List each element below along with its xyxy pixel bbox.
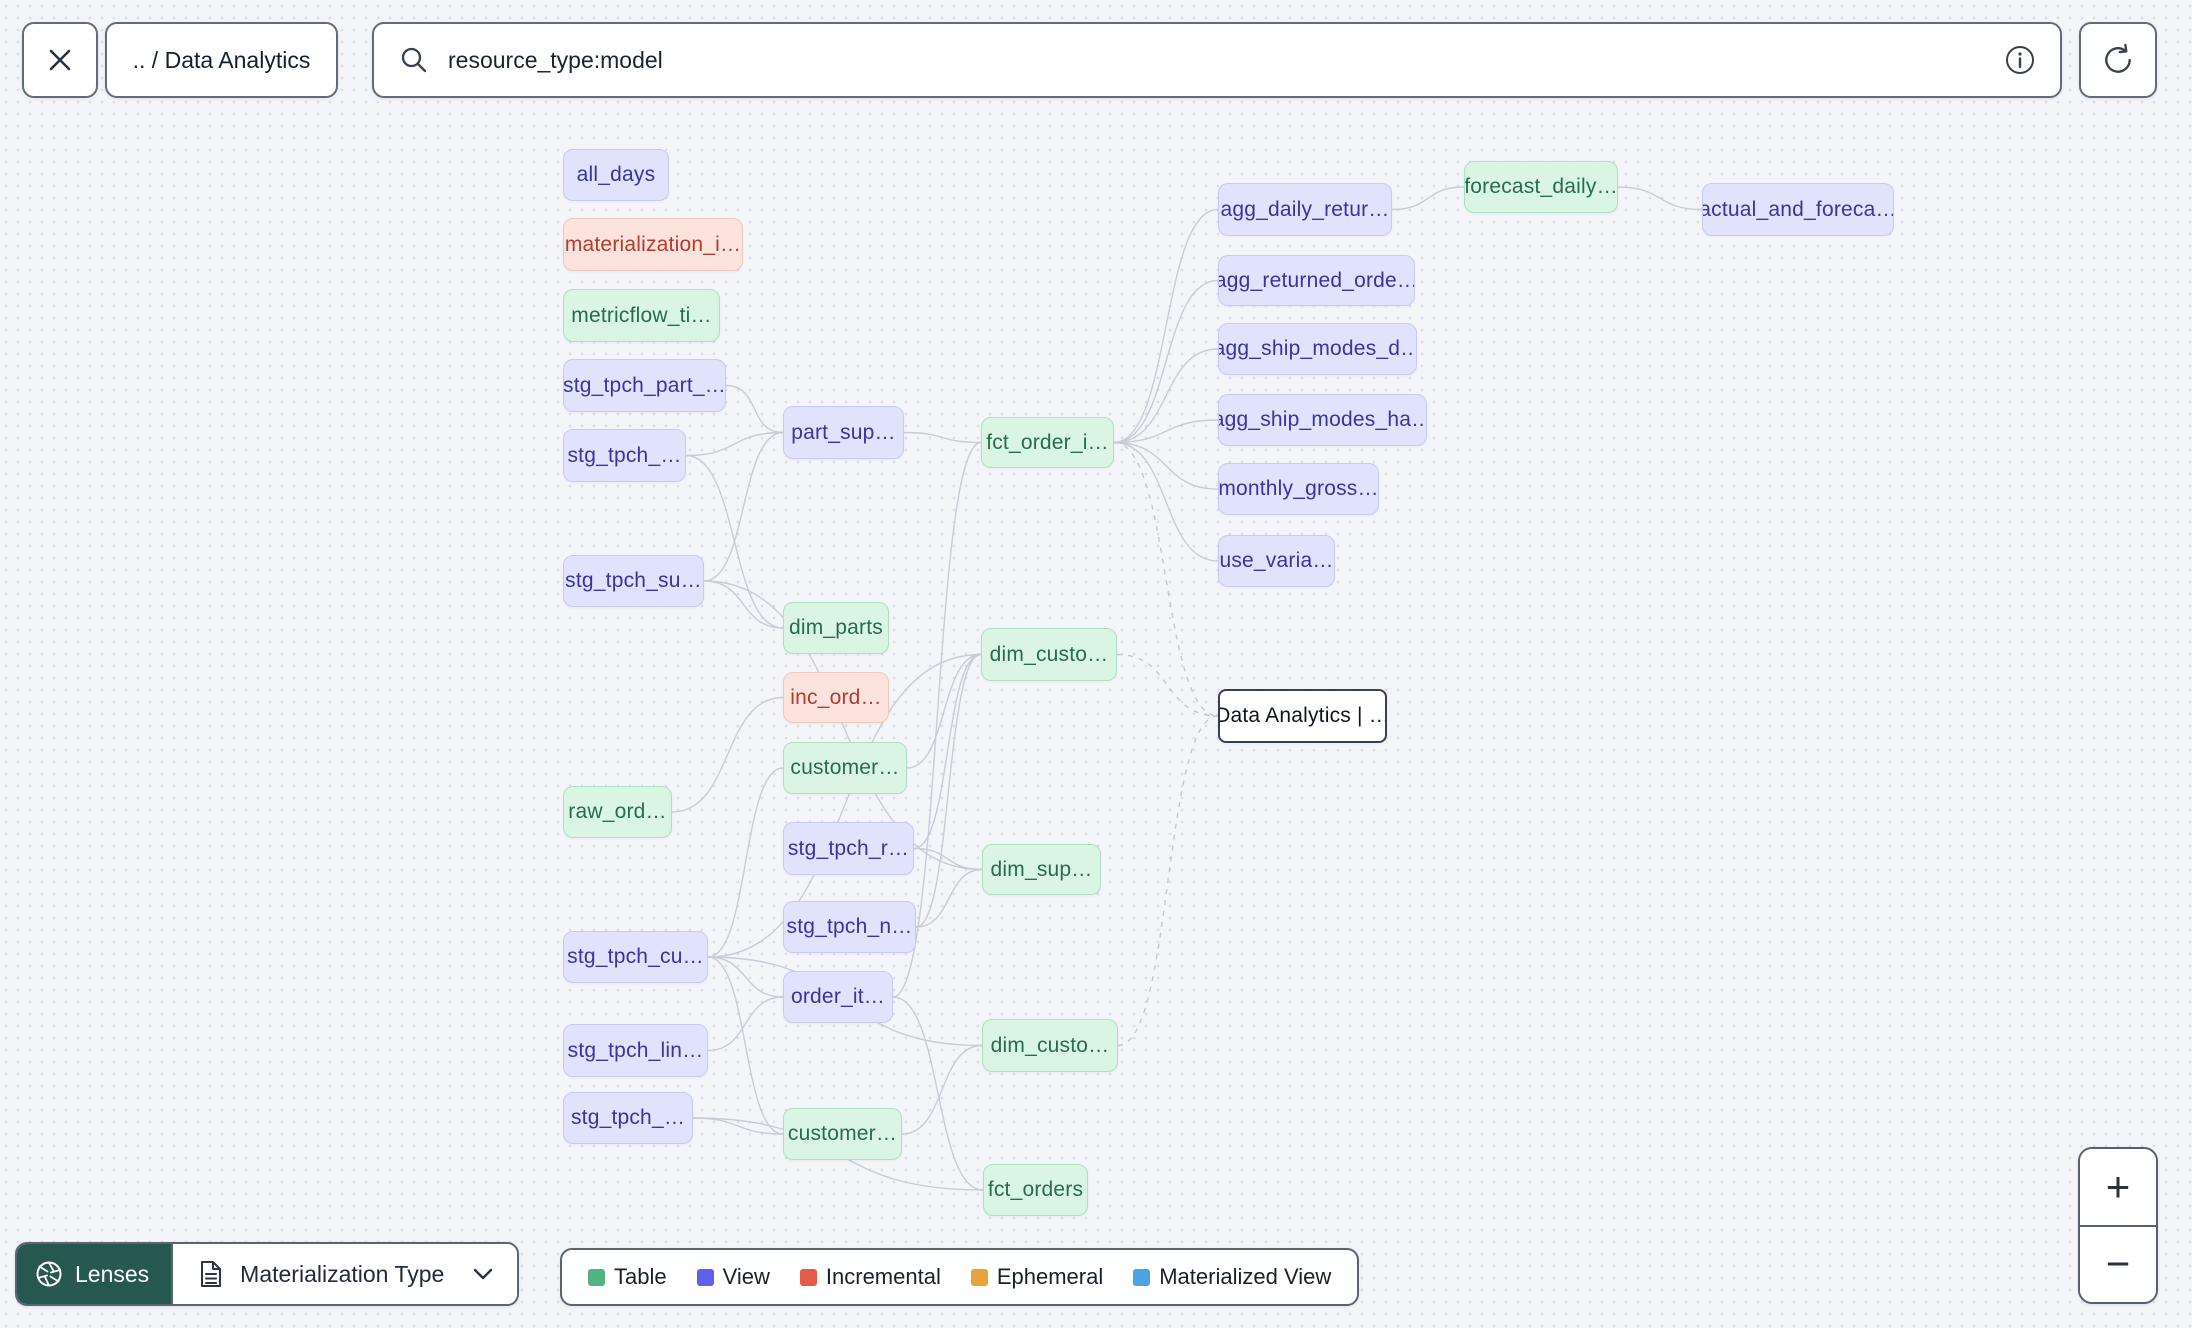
- lenses-button[interactable]: Lenses: [17, 1244, 174, 1304]
- node-agg_ship_modes_ha[interactable]: agg_ship_modes_ha…: [1218, 394, 1427, 446]
- breadcrumb-label: .. / Data Analytics: [132, 46, 311, 73]
- node-metricflow_ti[interactable]: metricflow_ti…: [563, 289, 720, 342]
- node-materialization_i[interactable]: materialization_i…: [563, 218, 743, 271]
- node-customer_bot[interactable]: customer…: [783, 1108, 902, 1160]
- legend-item-incremental: Incremental: [799, 1264, 941, 1290]
- node-actual_and_foreca[interactable]: actual_and_foreca…: [1702, 183, 1894, 236]
- lens-selected-label: Materialization Type: [240, 1260, 445, 1287]
- node-fct_orders[interactable]: fct_orders: [983, 1164, 1088, 1216]
- legend-items: Table View Incremental Ephemeral Materialize…: [588, 1264, 1331, 1290]
- node-dim_parts[interactable]: dim_parts: [783, 602, 889, 654]
- node-fct_order_i[interactable]: fct_order_i…: [981, 417, 1114, 468]
- legend-swatch: [696, 1268, 714, 1286]
- search-icon: [401, 47, 427, 73]
- node-customer_mid[interactable]: customer…: [783, 742, 907, 794]
- node-agg_returned_orde[interactable]: agg_returned_orde…: [1218, 255, 1415, 306]
- legend-swatch: [1133, 1268, 1151, 1286]
- refresh-button[interactable]: [2079, 22, 2157, 98]
- legend-label: View: [722, 1264, 770, 1289]
- node-agg_ship_modes_d[interactable]: agg_ship_modes_d…: [1218, 323, 1417, 375]
- legend-swatch: [588, 1268, 605, 1286]
- aperture-icon: [36, 1261, 62, 1287]
- legend-item-view: View: [696, 1264, 770, 1290]
- document-icon: [201, 1261, 222, 1287]
- zoom-control: + −: [2078, 1147, 2158, 1304]
- zoom-in-button[interactable]: +: [2080, 1149, 2156, 1225]
- lenses-control: Lenses Materialization Type: [15, 1242, 520, 1306]
- legend-item-ephemeral: Ephemeral: [970, 1264, 1104, 1290]
- node-inc_ord[interactable]: inc_ord…: [783, 672, 889, 723]
- node-stg_tpch_part[interactable]: stg_tpch_part_…: [563, 359, 726, 412]
- legend-label: Materialized View: [1159, 1264, 1332, 1289]
- node-stg_tpch_r[interactable]: stg_tpch_r…: [783, 822, 914, 875]
- breadcrumb[interactable]: .. / Data Analytics: [105, 22, 338, 98]
- legend: Table View Incremental Ephemeral Materialize…: [560, 1248, 1360, 1306]
- node-agg_daily_retur[interactable]: agg_daily_retur…: [1218, 183, 1392, 236]
- search-input[interactable]: [446, 45, 1988, 75]
- node-raw_ord[interactable]: raw_ord…: [563, 786, 672, 838]
- legend-swatch: [799, 1268, 817, 1286]
- search-bar: [372, 22, 2062, 98]
- lens-selector-dropdown[interactable]: Materialization Type: [173, 1244, 518, 1304]
- info-icon[interactable]: [2004, 44, 2036, 76]
- node-part_sup[interactable]: part_sup…: [783, 406, 904, 459]
- node-layer: all_days materialization_i… metricflow_ti……: [0, 0, 2192, 1328]
- chevron-down-icon: [474, 1268, 493, 1280]
- node-data_analytics[interactable]: Data Analytics | …: [1218, 689, 1387, 743]
- node-monthly_gross[interactable]: monthly_gross…: [1218, 463, 1379, 515]
- node-dim_custo_bot[interactable]: dim_custo…: [982, 1019, 1118, 1072]
- node-stg_tpch_n[interactable]: stg_tpch_n…: [783, 901, 916, 953]
- legend-label: Ephemeral: [996, 1264, 1104, 1289]
- node-stg_tpch_bot[interactable]: stg_tpch_…: [563, 1092, 693, 1144]
- close-icon: [49, 49, 71, 71]
- lenses-label: Lenses: [75, 1260, 150, 1287]
- refresh-icon: [2105, 43, 2131, 73]
- legend-item-materialized-view: Materialized View: [1133, 1264, 1331, 1290]
- node-stg_tpch_lin[interactable]: stg_tpch_lin…: [563, 1024, 708, 1077]
- legend-swatch: [970, 1268, 988, 1286]
- node-dim_sup[interactable]: dim_sup…: [982, 844, 1101, 895]
- zoom-out-button[interactable]: −: [2080, 1224, 2156, 1302]
- close-button[interactable]: [22, 22, 98, 98]
- node-stg_tpch_cu[interactable]: stg_tpch_cu…: [563, 931, 708, 983]
- node-dim_custo_top[interactable]: dim_custo…: [981, 628, 1117, 681]
- node-order_it[interactable]: order_it…: [783, 971, 893, 1023]
- node-all_days[interactable]: all_days: [563, 149, 669, 201]
- legend-label: Table: [614, 1264, 667, 1289]
- node-forecast_daily[interactable]: forecast_daily…: [1464, 161, 1618, 213]
- node-stg_tpch_su[interactable]: stg_tpch_su…: [563, 555, 704, 607]
- legend-item-table: Table: [588, 1264, 667, 1290]
- node-stg_tpch_pa[interactable]: stg_tpch_…: [563, 429, 686, 482]
- node-use_varia[interactable]: use_varia…: [1218, 535, 1335, 587]
- legend-label: Incremental: [825, 1264, 941, 1289]
